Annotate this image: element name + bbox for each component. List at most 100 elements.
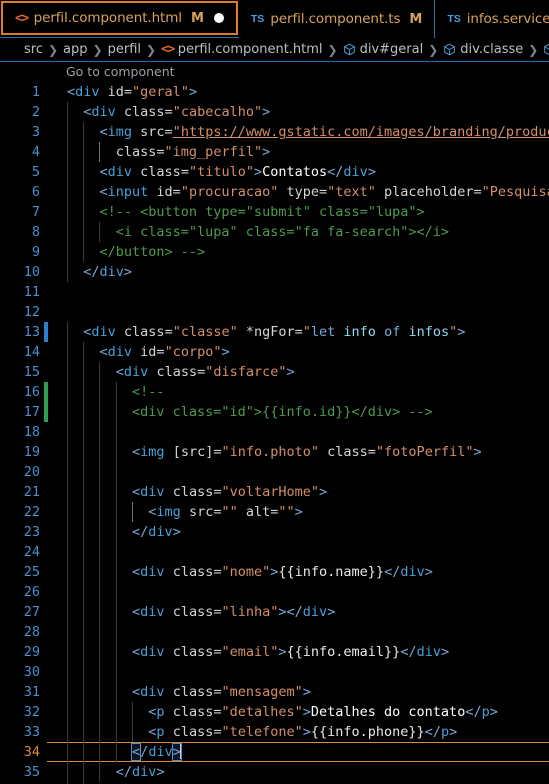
code-line[interactable]: 27 <div class="linha"></div> (0, 602, 549, 622)
indent-guide (67, 102, 68, 122)
indent-guide (115, 502, 117, 522)
code-text[interactable]: <img src="" alt=""> (48, 502, 549, 522)
code-text[interactable] (48, 282, 549, 302)
code-line[interactable]: 28 (0, 622, 549, 642)
indent-guide (83, 382, 85, 402)
code-text[interactable] (48, 622, 549, 642)
code-text[interactable]: <div class="id">{{info.id}}</div> --> (48, 402, 549, 422)
code-line[interactable]: 16 <!-- (0, 382, 549, 402)
code-text[interactable]: <!-- <button type="submit" class="lupa"> (48, 202, 549, 222)
code-lines[interactable]: 1 <div id="geral"> 2 <div class="cabecalho… (0, 82, 549, 784)
gutter-spacer (44, 302, 48, 322)
code-text[interactable]: </div> (48, 262, 549, 282)
code-text[interactable]: <div id="geral"> (48, 82, 549, 102)
code-line[interactable]: 17 <div class="id">{{info.id}}</div> --> (0, 402, 549, 422)
code-line[interactable]: 22 <img src="" alt=""> (0, 502, 549, 522)
code-line[interactable]: 7 <!-- <button type="submit" class="lupa… (0, 202, 549, 222)
breadcrumb-item-app[interactable]: app (63, 42, 87, 57)
code-line[interactable]: 25 <div class="nome">{{info.name}}</div> (0, 562, 549, 582)
code-line[interactable]: 23 </div> (0, 522, 549, 542)
indent-guide (83, 522, 85, 542)
code-line[interactable]: 9 </button> --> (0, 242, 549, 262)
code-text[interactable]: <div class="cabecalho"> (48, 102, 549, 122)
indent-guide (99, 742, 101, 762)
code-text[interactable]: <p class="telefone">{{info.phone}}</p> (48, 722, 549, 742)
tab-perfil-component-ts[interactable]: TS perfil.component.ts M (238, 0, 436, 38)
code-line[interactable]: 31 <div class="mensagem"> (0, 682, 549, 702)
indent-guide (67, 522, 68, 542)
code-line[interactable]: 35 </div> (0, 762, 549, 782)
code-text[interactable]: <div class="disfarce"> (48, 362, 549, 382)
code-editor[interactable]: Go to component 1 <div id="geral"> 2 <div … (0, 62, 549, 784)
code-text[interactable]: <div class="email">{{info.email}}</div> (48, 642, 549, 662)
code-line[interactable]: 15 <div class="disfarce"> (0, 362, 549, 382)
gutter-spacer (44, 682, 48, 702)
code-text[interactable]: </div> (48, 522, 549, 542)
breadcrumb-item-file[interactable]: perfil.component.html (178, 42, 323, 57)
code-line[interactable]: 14 <div id="corpo"> (0, 342, 549, 362)
code-text[interactable]: <input id="procuracao" type="text" place… (48, 182, 549, 202)
code-text[interactable]: <div id="corpo"> (48, 342, 549, 362)
code-text[interactable] (48, 462, 549, 482)
code-line[interactable]: 1 <div id="geral"> (0, 82, 549, 102)
code-text[interactable]: </div> (48, 742, 549, 762)
indent-guide (115, 702, 117, 722)
breadcrumb-item-perfil[interactable]: perfil (108, 42, 141, 57)
code-line[interactable]: 18 (0, 422, 549, 442)
code-line[interactable]: 26 (0, 582, 549, 602)
code-text[interactable] (48, 422, 549, 442)
breadcrumb-item-div-geral[interactable]: div#geral (360, 42, 424, 57)
indent-guide (99, 662, 101, 682)
code-text[interactable]: <img [src]="info.photo" class="fotoPerfi… (48, 442, 549, 462)
tab-infos-service-ts[interactable]: TS infos.service.ts M (435, 0, 549, 38)
code-text[interactable]: <div class="classe" *ngFor="let info of … (48, 322, 549, 342)
code-line[interactable]: 8 <i class="lupa" class="fa fa-search"><… (0, 222, 549, 242)
code-line[interactable]: 12 (0, 302, 549, 322)
code-text[interactable] (48, 302, 549, 322)
code-line[interactable]: 21 <div class="voltarHome"> (0, 482, 549, 502)
code-line[interactable]: 19 <img [src]="info.photo" class="fotoPe… (0, 442, 549, 462)
code-text[interactable] (48, 582, 549, 602)
code-line[interactable]: 24 (0, 542, 549, 562)
code-line[interactable]: 6 <input id="procuracao" type="text" pla… (0, 182, 549, 202)
gutter-spacer (44, 82, 48, 102)
code-text[interactable]: <div class="titulo">Contatos</div> (48, 162, 549, 182)
breadcrumb-item-src[interactable]: src (24, 42, 43, 57)
code-text[interactable]: </button> --> (48, 242, 549, 262)
code-text[interactable]: <i class="lupa" class="fa fa-search"></i… (48, 222, 549, 242)
code-line[interactable]: 10 </div> (0, 262, 549, 282)
indent-guide (67, 622, 68, 642)
code-text[interactable]: <div class="linha"></div> (48, 602, 549, 622)
indent-guide (99, 622, 101, 642)
code-text[interactable] (48, 542, 549, 562)
code-line[interactable]: 13 <div class="classe" *ngFor="let info … (0, 322, 549, 342)
code-text[interactable]: <p class="detalhes">Detalhes do contato<… (48, 702, 549, 722)
code-line[interactable]: 11 (0, 282, 549, 302)
code-text[interactable] (48, 662, 549, 682)
code-text[interactable]: <div class="nome">{{info.name}}</div> (48, 562, 549, 582)
code-text[interactable]: class="img_perfil"> (48, 142, 549, 162)
indent-guide (67, 382, 68, 402)
indent-guide (83, 542, 85, 562)
code-line[interactable]: 30 (0, 662, 549, 682)
code-text[interactable]: <!-- (48, 382, 549, 402)
code-text[interactable]: <div class="mensagem"> (48, 682, 549, 702)
code-line[interactable]: 20 (0, 462, 549, 482)
code-line[interactable]: 29 <div class="email">{{info.email}}</di… (0, 642, 549, 662)
code-line[interactable]: 5 <div class="titulo">Contatos</div> (0, 162, 549, 182)
code-line[interactable]: 34 </div> (0, 742, 549, 762)
unsaved-dot-icon[interactable] (213, 13, 224, 23)
code-text[interactable]: <img src="https://www.gstatic.com/images… (48, 122, 549, 142)
code-line[interactable]: 32 <p class="detalhes">Detalhes do conta… (0, 702, 549, 722)
breadcrumb-item-div-classe[interactable]: div.classe (460, 42, 523, 57)
code-text[interactable]: <div class="voltarHome"> (48, 482, 549, 502)
codelens-link[interactable]: Go to component (66, 64, 175, 79)
code-line[interactable]: 2 <div class="cabecalho"> (0, 102, 549, 122)
indent-guide (83, 402, 85, 422)
code-line[interactable]: 4 class="img_perfil"> (0, 142, 549, 162)
code-line[interactable]: 33 <p class="telefone">{{info.phone}}</p… (0, 722, 549, 742)
tab-perfil-component-html[interactable]: <> perfil.component.html M (1, 1, 238, 35)
code-line[interactable]: 3 <img src="https://www.gstatic.com/imag… (0, 122, 549, 142)
codelens-go-to-component[interactable]: Go to component (0, 62, 549, 82)
code-text[interactable]: </div> (48, 762, 549, 782)
